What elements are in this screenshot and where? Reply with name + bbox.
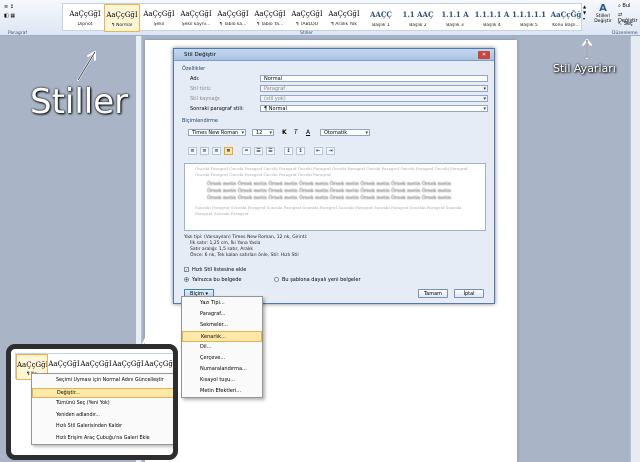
font-size-select[interactable]: 12 xyxy=(252,129,274,136)
based-on-select[interactable]: (stil yok) xyxy=(260,95,488,102)
checkmark-icon: ✓ xyxy=(184,267,189,272)
close-icon[interactable]: ✕ xyxy=(478,51,490,59)
dialog-title: Stil Değiştir xyxy=(174,49,494,61)
space-before-icon[interactable]: ↕ xyxy=(284,147,293,155)
align-center-icon[interactable]: ≡ xyxy=(200,147,209,155)
context-menu-item[interactable]: Değiştir... xyxy=(32,387,173,398)
name-field[interactable]: Normal xyxy=(260,75,488,82)
italic-button[interactable]: T xyxy=(294,129,298,136)
format-menu-item[interactable]: Kısayol tuşu... xyxy=(182,375,262,386)
style-sample: AaÇçĞğİ xyxy=(48,360,80,368)
style-sample: AaÇçĞğİ xyxy=(144,360,176,368)
style-sample: AaÇçĞğİ xyxy=(17,361,47,369)
ok-button[interactable]: Tamam xyxy=(418,289,448,298)
format-dropdown-menu: Yazı Tipi... Paragraf... Sekmeler... Kenarl… xyxy=(181,296,263,398)
one-half-spacing-icon[interactable]: ☰ xyxy=(254,147,263,155)
only-this-document-radio[interactable]: Yalnızca bu belgede xyxy=(184,277,241,283)
context-menu-item[interactable]: Yeniden adlandır... xyxy=(32,411,173,421)
preview-next-paragraph: Sonraki Paragraf Sonraki Paragraf Sonrak… xyxy=(195,205,462,216)
preview-sample-text: Örnek metin Örnek metin Örnek metin Örne… xyxy=(207,182,452,201)
context-menu-item[interactable]: Seçimi Uyması için Normal Adını Güncelle… xyxy=(32,376,173,386)
style-sample: AaÇçĞğİ xyxy=(112,360,144,368)
name-label: Adı: xyxy=(190,76,200,82)
context-menu-item[interactable]: Hızlı Erişim Araç Çubuğu'na Galeri Ekle xyxy=(32,434,173,444)
modify-style-dialog: Stil Değiştir ✕ Özellikler Adı: Normal S… xyxy=(173,48,495,304)
next-style-select[interactable]: ¶ Normal xyxy=(260,105,488,112)
context-menu-item[interactable]: Tümünü Seç (Yeni Yok) xyxy=(32,399,173,409)
style-type-select[interactable]: Paragraf xyxy=(260,85,488,92)
quick-style-checkbox[interactable]: ✓ Hızlı Stil listesine ekle xyxy=(184,267,246,273)
new-documents-radio[interactable]: Bu şablona dayalı yeni belgeler xyxy=(274,277,361,283)
style-preview: Önceki Paragraf Önceki Paragraf Önceki P… xyxy=(184,163,486,231)
arrow-to-inset xyxy=(139,299,159,351)
context-menu-item[interactable]: Hızlı Stil Galerisinden Kaldır xyxy=(32,422,173,432)
double-spacing-icon[interactable]: ☰ xyxy=(266,147,275,155)
bold-button[interactable]: K xyxy=(282,129,287,136)
type-label: Stil türü: xyxy=(190,86,212,92)
style-context-menu: Seçimi Uyması için Normal Adını Güncelle… xyxy=(31,373,173,445)
based-on-label: Stil kaynağı: xyxy=(190,96,221,102)
format-menu-item[interactable]: Sekmeler... xyxy=(182,320,262,331)
format-menu-item[interactable]: Yazı Tipi... xyxy=(182,298,262,309)
space-after-icon[interactable]: ↕ xyxy=(296,147,305,155)
underline-button[interactable]: A xyxy=(306,129,310,136)
style-description: Yazı tipi: (Varsayılan) Times New Roman,… xyxy=(184,235,308,258)
single-spacing-icon[interactable]: ═ xyxy=(242,147,251,155)
cancel-button[interactable]: İptal xyxy=(454,289,484,298)
style-sample: AaÇçĞğİ xyxy=(80,360,112,368)
align-left-icon[interactable]: ≡ xyxy=(188,147,197,155)
inset-context-menu-panel: AaÇçĞğİ¶ NoAaÇçĞğİAaÇçĞğİAaÇçĞğİAaÇçĞğİ … xyxy=(6,344,178,460)
format-menu-item[interactable]: Numaralandırma... xyxy=(182,364,262,375)
decrease-indent-icon[interactable]: ⇤ xyxy=(314,147,323,155)
font-color-select[interactable]: Otomatik xyxy=(320,129,370,136)
format-menu-item[interactable]: Paragraf... xyxy=(182,309,262,320)
format-menu-item[interactable]: Kenarlık... xyxy=(182,331,262,342)
font-select[interactable]: Times New Roman xyxy=(188,129,246,136)
properties-heading: Özellikler xyxy=(182,66,206,72)
next-style-label: Sonraki paragraf stili: xyxy=(190,106,244,112)
justify-icon[interactable]: ≣ xyxy=(224,147,233,155)
align-right-icon[interactable]: ≡ xyxy=(212,147,221,155)
format-menu-item[interactable]: Çerçeve... xyxy=(182,353,262,364)
format-menu-item[interactable]: Dil... xyxy=(182,342,262,353)
format-menu-item[interactable]: Metin Efektleri... xyxy=(182,386,262,397)
format-heading: Biçimlendirme xyxy=(182,118,218,124)
preview-previous-paragraph: Önceki Paragraf Önceki Paragraf Önceki P… xyxy=(195,166,468,177)
increase-indent-icon[interactable]: ⇥ xyxy=(326,147,335,155)
